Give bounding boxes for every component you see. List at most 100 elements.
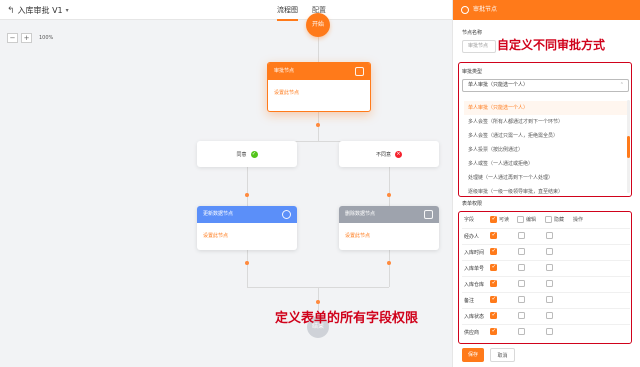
- visible-all-checkbox[interactable]: [490, 215, 497, 223]
- table-row: 入库单号: [462, 260, 630, 275]
- edit-checkbox[interactable]: [518, 280, 525, 287]
- table-row: 入库状态: [462, 308, 630, 323]
- hidden-checkbox[interactable]: [546, 248, 553, 255]
- approval-option[interactable]: 单人审批（只能选一个人）: [464, 101, 628, 115]
- add-node-dot[interactable]: [316, 300, 320, 304]
- condition-reject[interactable]: 不同意 ×: [339, 141, 439, 167]
- add-node-dot[interactable]: [387, 261, 391, 265]
- close-icon: ×: [395, 150, 402, 158]
- approve-node-title: 审批节点: [274, 68, 295, 74]
- chevron-up-icon: ⌃: [619, 82, 624, 88]
- field-name: 入库仓库: [464, 282, 485, 288]
- column-action: 操作: [573, 217, 584, 223]
- condition-label: 不同意: [375, 151, 391, 158]
- connector: [389, 250, 390, 287]
- approval-type-dropdown: 单人审批（只能选一个人） 多人会签（所有人都通过才到下一个环节） 多人会签（通过…: [464, 101, 628, 199]
- delete-data-node[interactable]: 删除数据节点 设置此节点: [339, 206, 439, 250]
- update-node-title: 更新数据节点: [203, 211, 234, 217]
- add-node-dot[interactable]: [387, 193, 391, 197]
- table-row: 入库仓库: [462, 276, 630, 291]
- edit-all-checkbox[interactable]: [517, 216, 524, 223]
- tab-flowchart[interactable]: 流程图: [277, 5, 298, 21]
- delete-node-body: 设置此节点: [345, 233, 371, 239]
- hidden-all-checkbox[interactable]: [545, 216, 552, 223]
- column-field: 字段: [464, 217, 475, 223]
- start-node[interactable]: 开始: [306, 13, 330, 37]
- table-row: 供应商: [462, 324, 630, 339]
- panel-title: 审批节点: [473, 6, 498, 13]
- visible-checkbox[interactable]: [490, 263, 497, 271]
- visible-checkbox[interactable]: [490, 327, 497, 335]
- approval-option[interactable]: 多人投票（按比例通过）: [464, 143, 628, 157]
- field-name: 供应商: [464, 330, 480, 336]
- add-node-dot[interactable]: [316, 123, 320, 127]
- field-name: 入库单号: [464, 266, 485, 272]
- visible-checkbox[interactable]: [490, 279, 497, 287]
- back-button[interactable]: ↰ 入库审批 V1 ▾: [7, 5, 69, 16]
- field-name: 备注: [464, 298, 475, 304]
- column-edit: 编辑: [517, 216, 536, 223]
- chevron-down-icon[interactable]: ▾: [66, 7, 69, 14]
- delete-node-title: 删除数据节点: [345, 211, 376, 217]
- table-row: 备注: [462, 292, 630, 307]
- field-name: 入库状态: [464, 314, 485, 320]
- connector: [247, 250, 248, 287]
- edit-checkbox[interactable]: [518, 312, 525, 319]
- approval-type-select[interactable]: 单人审批（只能选一个人） ⌃: [462, 79, 629, 92]
- visible-checkbox[interactable]: [490, 311, 497, 319]
- add-node-dot[interactable]: [245, 193, 249, 197]
- edit-checkbox[interactable]: [518, 232, 525, 239]
- column-hidden-label: 隐藏: [554, 217, 565, 223]
- hidden-checkbox[interactable]: [546, 264, 553, 271]
- annotation-fields: 定义表单的所有字段权限: [275, 311, 419, 326]
- column-visible-label: 可读: [499, 217, 510, 223]
- dropdown-scrollbar-thumb[interactable]: [627, 136, 630, 158]
- column-visible: 可读: [490, 215, 510, 223]
- hidden-checkbox[interactable]: [546, 328, 553, 335]
- condition-approve[interactable]: 同意 ✓: [197, 141, 297, 167]
- settings-icon: [461, 6, 469, 14]
- update-data-node[interactable]: 更新数据节点 设置此节点: [197, 206, 297, 250]
- visible-checkbox[interactable]: [490, 295, 497, 303]
- approval-option[interactable]: 多人会签（通过只需一人，拒绝需全员）: [464, 129, 628, 143]
- column-hidden: 隐藏: [545, 216, 564, 223]
- save-button[interactable]: 保存: [462, 348, 484, 362]
- top-bar: ↰ 入库审批 V1 ▾ 流程图 配置: [0, 0, 452, 21]
- approve-node[interactable]: 审批节点 设置此节点: [267, 62, 371, 112]
- hidden-checkbox[interactable]: [546, 296, 553, 303]
- hidden-checkbox[interactable]: [546, 232, 553, 239]
- approval-option[interactable]: 逐级审批（一级一级领导审批，直至结束）: [464, 185, 628, 199]
- edit-checkbox[interactable]: [518, 328, 525, 335]
- check-icon: ✓: [250, 150, 258, 158]
- approval-option[interactable]: 多人会签（所有人都通过才到下一个环节）: [464, 115, 628, 129]
- column-edit-label: 编辑: [526, 217, 537, 223]
- field-name: 经办人: [464, 234, 480, 240]
- approval-option[interactable]: 多人或签（一人通过或拒绝）: [464, 157, 628, 171]
- workflow-title: 入库审批 V1: [17, 6, 63, 15]
- back-arrow-icon: ↰: [7, 5, 15, 16]
- node-name-label: 节点名称: [462, 30, 483, 36]
- edit-checkbox[interactable]: [518, 248, 525, 255]
- form-permissions-label: 表单权限: [462, 201, 483, 207]
- visible-checkbox[interactable]: [490, 247, 497, 255]
- hidden-checkbox[interactable]: [546, 312, 553, 319]
- approve-node-body: 设置此节点: [274, 90, 300, 96]
- visible-checkbox[interactable]: [490, 231, 497, 239]
- hidden-checkbox[interactable]: [546, 280, 553, 287]
- annotation-approval: 自定义不同审批方式: [497, 38, 606, 52]
- node-name-input[interactable]: 审批节点: [462, 40, 496, 53]
- field-name: 入库时间: [464, 250, 485, 256]
- edit-checkbox[interactable]: [518, 264, 525, 271]
- add-node-dot[interactable]: [245, 261, 249, 265]
- network-icon: [424, 210, 433, 219]
- approval-type-label: 审批类型: [462, 69, 483, 75]
- table-row: 入库时间: [462, 244, 630, 259]
- approval-type-value: 单人审批（只能选一个人）: [468, 82, 529, 88]
- cancel-button[interactable]: 取消: [490, 348, 515, 362]
- table-row: 经办人: [462, 228, 630, 243]
- condition-label: 同意: [236, 151, 247, 158]
- user-icon: [355, 67, 364, 76]
- approval-option[interactable]: 处理链（一人通过再到下一个人处理）: [464, 171, 628, 185]
- chat-icon: [282, 210, 291, 219]
- edit-checkbox[interactable]: [518, 296, 525, 303]
